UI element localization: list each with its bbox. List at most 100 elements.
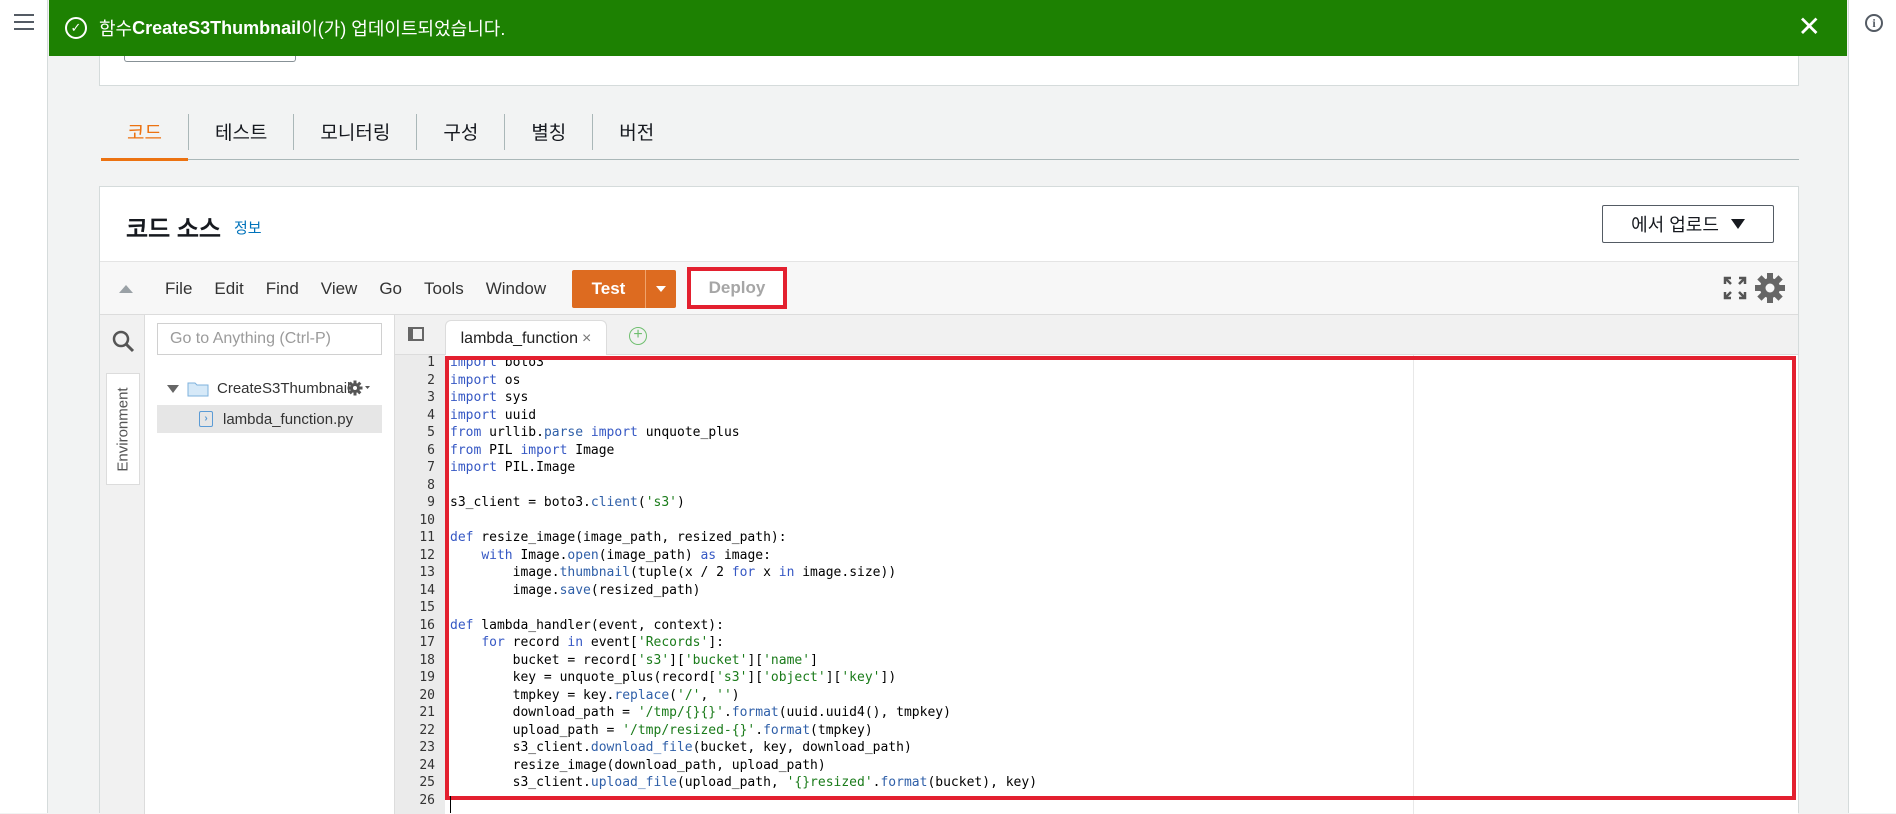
code-line[interactable] xyxy=(450,513,1037,531)
code-line[interactable]: import uuid xyxy=(450,408,1037,426)
deploy-button[interactable]: Deploy xyxy=(691,271,783,305)
left-rail xyxy=(0,0,48,813)
add-tab-icon[interactable]: + xyxy=(629,327,647,345)
close-icon[interactable]: × xyxy=(582,330,591,348)
line-number: 25 xyxy=(419,775,435,790)
code-line[interactable]: s3_client = boto3.client('s3') xyxy=(450,495,1037,513)
code-line[interactable]: key = unquote_plus(record['s3']['object'… xyxy=(450,670,1037,688)
line-number: 20 xyxy=(419,687,435,703)
code-line[interactable]: upload_path = '/tmp/resized-{}'.format(t… xyxy=(450,723,1037,741)
menu-icon[interactable] xyxy=(14,14,34,30)
code-line[interactable]: def lambda_handler(event, context): xyxy=(450,618,1037,636)
code-line[interactable]: import os xyxy=(450,373,1037,391)
overview-button-stub[interactable] xyxy=(124,56,296,62)
code-line[interactable]: image.save(resized_path) xyxy=(450,583,1037,601)
code-line[interactable]: tmpkey = key.replace('/', '') xyxy=(450,688,1037,706)
line-number: 8 xyxy=(427,477,435,493)
notification-prefix: 함수 xyxy=(99,19,133,39)
line-number: 13 xyxy=(419,565,435,580)
caret-down-icon xyxy=(656,286,666,292)
info-icon[interactable]: i xyxy=(1865,14,1883,32)
tree-file-label: lambda_function.py xyxy=(223,410,354,428)
environment-tab-label: Environment xyxy=(114,386,132,472)
line-number: 11 xyxy=(419,530,435,545)
menu-find[interactable]: Find xyxy=(255,279,310,299)
tab-monitoring[interactable]: 모니터링 xyxy=(294,104,416,160)
line-number-gutter: 1 2 3 4 5 6 7 8 9 10 11 12 13 14 15 16 17 18 19 20 21 22 23 24 2… xyxy=(395,355,445,814)
line-number: 19 xyxy=(419,670,435,685)
environment-tab[interactable]: Environment xyxy=(106,373,140,485)
gear-icon[interactable] xyxy=(1754,272,1786,304)
notification-function-name: CreateS3Thumbnail xyxy=(132,17,302,38)
line-number: 16 xyxy=(419,617,435,633)
code-line[interactable]: download_path = '/tmp/{}{}'.format(uuid.… xyxy=(450,705,1037,723)
menu-tools[interactable]: Tools xyxy=(413,279,475,299)
test-dropdown[interactable] xyxy=(646,270,676,308)
code-line[interactable]: for record in event['Records']: xyxy=(450,635,1037,653)
code-line[interactable]: import PIL.Image xyxy=(450,460,1037,478)
environment-strip: Environment xyxy=(100,315,145,814)
menu-view[interactable]: View xyxy=(310,279,369,299)
line-number: 23 xyxy=(419,740,435,755)
code-line[interactable]: import boto3 xyxy=(450,355,1037,373)
line-number: 21 xyxy=(419,705,435,720)
gear-icon[interactable] xyxy=(347,379,371,397)
collapse-icon[interactable] xyxy=(119,285,133,293)
code-line[interactable]: s3_client.download_file(bucket, key, dow… xyxy=(450,740,1037,758)
code-editor[interactable]: 1 2 3 4 5 6 7 8 9 10 11 12 13 14 15 16 17 18 19 20 21 22 23 24 2… xyxy=(395,355,1798,814)
code-line[interactable]: def resize_image(image_path, resized_pat… xyxy=(450,530,1037,548)
function-tabs: 코드 테스트 모니터링 구성 별칭 버전 xyxy=(101,104,1799,161)
tree-file-item[interactable]: › lambda_function.py xyxy=(157,405,382,433)
code-line[interactable]: import sys xyxy=(450,390,1037,408)
code-line[interactable]: image.thumbnail(tuple(x / 2 for x in ima… xyxy=(450,565,1037,583)
search-icon[interactable] xyxy=(111,329,135,353)
line-number: 17 xyxy=(419,635,435,650)
menu-go[interactable]: Go xyxy=(368,279,413,299)
menu-edit[interactable]: Edit xyxy=(203,279,254,299)
goto-anything-input[interactable] xyxy=(157,323,382,355)
function-overview-card xyxy=(99,56,1799,86)
code-line[interactable] xyxy=(450,478,1037,496)
tab-configuration[interactable]: 구성 xyxy=(417,104,504,160)
success-notification: ✓ 함수 CreateS3Thumbnail 이(가) 업데이트되었습니다. ✕ xyxy=(49,0,1847,56)
code-line[interactable]: bucket = record['s3']['bucket']['name'] xyxy=(450,653,1037,671)
menu-file[interactable]: File xyxy=(154,279,203,299)
tree-root-label: CreateS3Thumbnail xyxy=(217,380,351,397)
line-number: 1 xyxy=(427,355,435,370)
info-link[interactable]: 정보 xyxy=(234,217,262,238)
upload-from-button[interactable]: 에서 업로드 xyxy=(1602,205,1774,243)
code-line[interactable]: from PIL import Image xyxy=(450,443,1037,461)
line-number: 12 xyxy=(419,547,435,563)
tab-aliases[interactable]: 별칭 xyxy=(505,104,592,160)
code-line[interactable] xyxy=(450,793,1037,811)
tab-versions[interactable]: 버전 xyxy=(593,104,680,160)
tree-root-folder[interactable]: CreateS3Thumbnail xyxy=(167,380,350,397)
line-number: 3 xyxy=(427,390,435,405)
editor-tab-label: lambda_function xyxy=(460,329,579,347)
code-line[interactable]: s3_client.upload_file(upload_path, '{}re… xyxy=(450,775,1037,793)
fullscreen-icon[interactable] xyxy=(1722,275,1748,301)
ide-menu: File Edit Find View Go Tools Window xyxy=(154,262,557,316)
editor-tab-lambda-function[interactable]: lambda_function × xyxy=(445,320,607,356)
editor-tab-bar: lambda_function × + xyxy=(395,315,1798,356)
code-line[interactable]: from urllib.parse import unquote_plus xyxy=(450,425,1037,443)
expand-icon[interactable] xyxy=(167,384,179,393)
code-line[interactable] xyxy=(450,600,1037,618)
code-line[interactable]: with Image.open(image_path) as image: xyxy=(450,548,1037,566)
menu-window[interactable]: Window xyxy=(475,279,557,299)
line-number: 6 xyxy=(427,442,435,458)
close-icon[interactable]: ✕ xyxy=(1798,13,1821,41)
test-button[interactable]: Test xyxy=(572,270,676,308)
line-number: 22 xyxy=(419,722,435,738)
tab-test[interactable]: 테스트 xyxy=(189,104,293,160)
notification-suffix: 이(가) 업데이트되었습니다. xyxy=(301,19,506,39)
tab-code[interactable]: 코드 xyxy=(101,104,188,161)
caret-down-icon xyxy=(1730,219,1745,229)
code-line[interactable]: resize_image(download_path, upload_path) xyxy=(450,758,1037,776)
panel-icon[interactable] xyxy=(408,327,424,341)
code-lines[interactable]: import boto3 import os import sys import uu… xyxy=(450,355,1037,810)
check-circle-icon: ✓ xyxy=(65,17,87,39)
line-number: 9 xyxy=(427,495,435,510)
upload-from-label: 에서 업로드 xyxy=(1631,215,1719,235)
code-source-panel: 코드 소스 정보 에서 업로드 File Edit Find View Go T… xyxy=(99,186,1799,814)
